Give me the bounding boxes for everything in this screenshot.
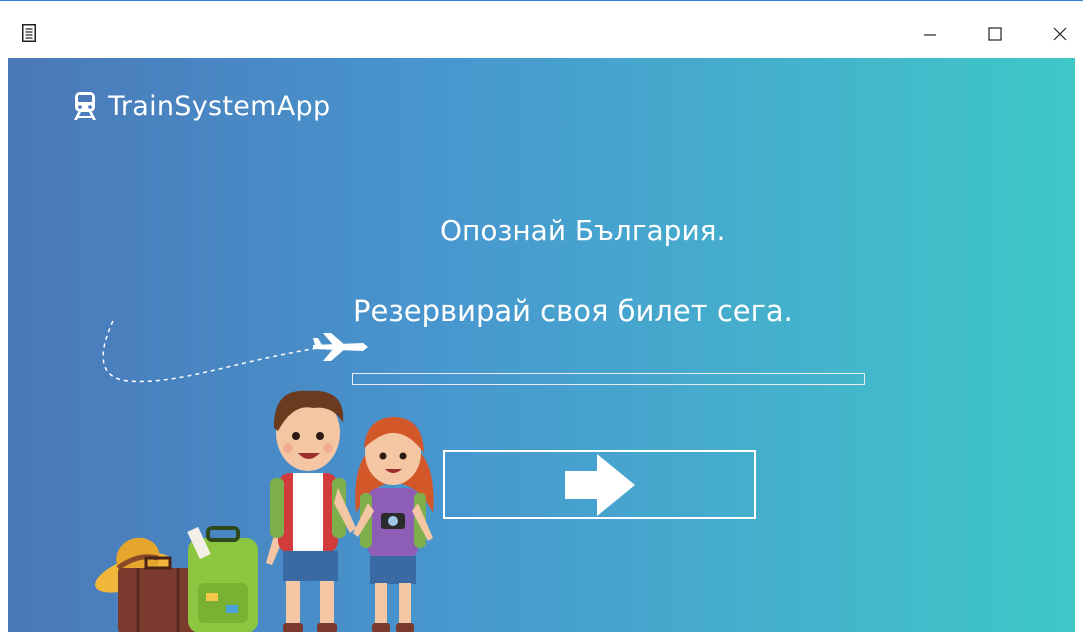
minimize-icon	[924, 34, 936, 36]
app-list-icon	[22, 24, 36, 42]
girl-figure	[353, 417, 434, 632]
train-icon	[74, 92, 96, 120]
brand: TrainSystemApp	[74, 88, 330, 124]
close-icon	[1053, 27, 1067, 41]
maximize-icon	[988, 27, 1002, 41]
minimize-button[interactable]	[907, 12, 953, 56]
flight-path	[102, 320, 319, 383]
boy-figure	[266, 390, 356, 632]
green-bag	[187, 526, 258, 632]
maximize-button[interactable]	[972, 12, 1018, 56]
airplane-icon	[313, 333, 368, 361]
travelers-illustration	[95, 320, 434, 632]
app-window: TrainSystemApp Опознай България. Резерви…	[0, 0, 1083, 632]
next-button[interactable]	[443, 450, 756, 519]
arrow-right-icon	[564, 453, 635, 516]
main-content: TrainSystemApp Опознай България. Резерви…	[8, 58, 1075, 632]
app-title: TrainSystemApp	[108, 90, 331, 122]
close-button[interactable]	[1037, 12, 1083, 56]
hero-headline: Опознай България.	[440, 214, 726, 247]
brown-suitcase	[118, 556, 198, 632]
title-bar[interactable]	[0, 2, 1083, 57]
